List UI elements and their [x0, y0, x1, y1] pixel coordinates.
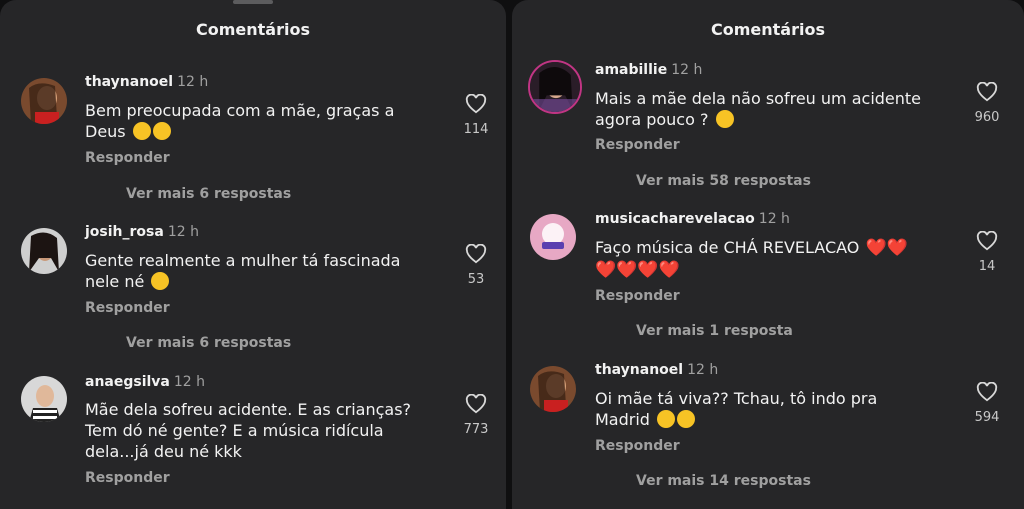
comment-time: 12 h [758, 211, 790, 227]
avatar[interactable] [21, 228, 67, 274]
shushing-emoji-icon [657, 410, 676, 428]
view-replies-link[interactable]: Ver mais 1 resposta [636, 323, 793, 339]
comment-username[interactable]: thaynanoel [595, 362, 683, 378]
heart-outline-icon [465, 94, 487, 114]
comment-text: Gente realmente a mulher tá fascinada ne… [85, 251, 401, 291]
view-replies-link[interactable]: Ver mais 14 respostas [636, 473, 811, 489]
thinking-emoji-icon [715, 110, 734, 128]
reply-button[interactable]: Responder [595, 137, 680, 153]
comment-text: Oi mãe tá viva?? Tchau, tô indo pra Madr… [595, 389, 878, 429]
avatar[interactable] [21, 78, 67, 124]
comment-username[interactable]: amabillie [595, 62, 667, 78]
reply-button[interactable]: Responder [595, 438, 680, 454]
comment-time: 12 h [687, 362, 719, 378]
like-button[interactable]: 773 [456, 394, 496, 437]
like-button[interactable]: 594 [967, 382, 1007, 425]
red-heart-emoji-icon: ❤️❤️ [865, 238, 908, 258]
like-count: 960 [974, 110, 1000, 125]
like-button[interactable]: 53 [456, 244, 496, 287]
comment-time: 12 h [671, 62, 703, 78]
reply-button[interactable]: Responder [595, 288, 680, 304]
sheet-drag-handle[interactable] [233, 0, 273, 4]
comment-username[interactable]: josih_rosa [85, 224, 164, 240]
like-button[interactable]: 114 [456, 94, 496, 137]
sheet-title: Comentários [196, 20, 310, 39]
comment-username[interactable]: anaegsilva [85, 374, 170, 390]
comment-username[interactable]: musicacharevelacao [595, 211, 755, 227]
like-count: 14 [978, 259, 996, 274]
heart-outline-icon [976, 382, 998, 402]
comment-text: Bem preocupada com a mãe, graças a Deus [85, 101, 395, 141]
comment-username[interactable]: thaynanoel [85, 74, 173, 90]
reply-button[interactable]: Responder [85, 300, 170, 316]
view-replies-link[interactable]: Ver mais 6 respostas [126, 335, 291, 351]
comment-time: 12 h [167, 224, 199, 240]
comment-text: Mais a mãe dela não sofreu um acidente a… [595, 89, 922, 129]
heart-outline-icon [465, 394, 487, 414]
heart-outline-icon [976, 82, 998, 102]
like-count: 53 [467, 272, 485, 287]
avatar[interactable] [528, 60, 582, 114]
astonished-emoji-icon [151, 272, 170, 290]
avatar[interactable] [530, 366, 576, 412]
comment-text: Faço música de CHÁ REVELACAO ❤️❤️ ❤️❤️❤️… [595, 238, 908, 280]
heart-outline-icon [465, 244, 487, 264]
heart-eyes-emoji-icon [152, 122, 171, 140]
shushing-emoji-icon [677, 410, 696, 428]
like-button[interactable]: 14 [967, 231, 1007, 274]
heart-eyes-emoji-icon [132, 122, 151, 140]
comment-time: 12 h [177, 74, 209, 90]
avatar[interactable] [530, 214, 576, 260]
like-count: 773 [463, 422, 489, 437]
comments-sheet-left: Comentários thaynanoel 12 h Bem preocupad… [0, 0, 506, 509]
like-count: 114 [463, 122, 489, 137]
view-replies-link[interactable]: Ver mais 6 respostas [126, 186, 291, 202]
reply-button[interactable]: Responder [85, 470, 170, 486]
red-heart-emoji-icon: ❤️❤️❤️❤️ [595, 260, 680, 280]
avatar[interactable] [21, 376, 67, 422]
like-count: 594 [974, 410, 1000, 425]
comment-time: 12 h [173, 374, 206, 390]
comments-sheet-right: Comentários amabillie 12 h Mais a mãe del… [512, 0, 1024, 509]
comment-text: Mãe dela sofreu acidente. E as crianças?… [85, 400, 412, 461]
view-replies-link[interactable]: Ver mais 58 respostas [636, 173, 811, 189]
like-button[interactable]: 960 [967, 82, 1007, 125]
reply-button[interactable]: Responder [85, 150, 170, 166]
heart-outline-icon [976, 231, 998, 251]
sheet-title: Comentários [711, 20, 825, 39]
